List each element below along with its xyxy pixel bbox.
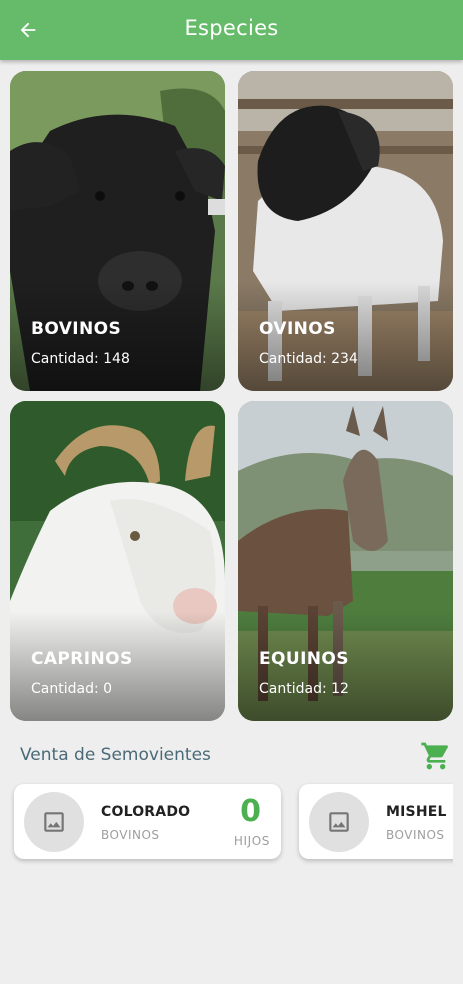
- item-name: MISHEL: [386, 804, 447, 820]
- item-species: BOVINOS: [101, 828, 160, 842]
- image-placeholder-icon: [24, 792, 84, 852]
- cart-button[interactable]: [420, 740, 452, 772]
- hijos-count: 0: [240, 794, 261, 829]
- species-name: EQUINOS: [259, 649, 349, 669]
- species-card-equinos[interactable]: EQUINOS Cantidad: 12: [238, 401, 453, 721]
- species-count: Cantidad: 148: [31, 351, 130, 367]
- sales-list[interactable]: COLORADO BOVINOS 0 HIJOS MISHEL BOVINOS: [0, 778, 453, 868]
- item-species: BOVINOS: [386, 828, 445, 842]
- species-card-bovinos[interactable]: BOVINOS Cantidad: 148: [10, 71, 225, 391]
- species-card-caprinos[interactable]: CAPRINOS Cantidad: 0: [10, 401, 225, 721]
- hijos-label: HIJOS: [233, 834, 270, 848]
- species-name: OVINOS: [259, 319, 336, 339]
- species-name: BOVINOS: [31, 319, 122, 339]
- app-bar: Especies: [0, 0, 463, 60]
- sale-item-card[interactable]: COLORADO BOVINOS 0 HIJOS: [14, 784, 281, 859]
- species-count: Cantidad: 0: [31, 681, 113, 697]
- sale-item-card[interactable]: MISHEL BOVINOS: [299, 784, 453, 859]
- species-name: CAPRINOS: [31, 649, 133, 669]
- species-count: Cantidad: 12: [259, 681, 349, 697]
- species-card-ovinos[interactable]: OVINOS Cantidad: 234: [238, 71, 453, 391]
- page-title: Especies: [184, 16, 279, 40]
- section-title: Venta de Semovientes: [20, 745, 211, 765]
- shopping-cart-icon: [421, 742, 448, 770]
- species-count: Cantidad: 234: [259, 351, 358, 367]
- image-placeholder-icon: [309, 792, 369, 852]
- item-name: COLORADO: [101, 804, 191, 820]
